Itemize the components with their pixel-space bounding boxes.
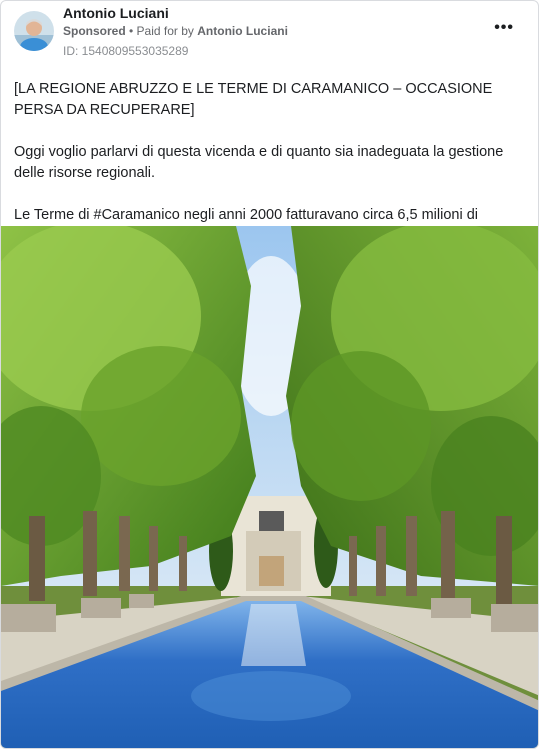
post-paragraph: Oggi voglio parlarvi di questa vicenda e… [14,144,504,181]
avatar[interactable] [14,11,54,51]
post-header: Antonio Luciani Sponsored • Paid for by … [1,1,538,63]
post-photo[interactable] [1,221,538,748]
payer-name[interactable]: Antonio Luciani [197,24,288,38]
avenue-pool-image [1,221,538,748]
ad-id: ID: 1540809553035289 [63,44,189,58]
more-options-button[interactable]: ••• [494,19,514,37]
ad-card: Antonio Luciani Sponsored • Paid for by … [0,0,539,749]
meta-separator: • [125,24,137,38]
profile-photo-icon [14,11,54,51]
post-paragraph: [LA REGIONE ABRUZZO E LE TERME DI CARAMA… [14,81,493,118]
sponsored-label: Sponsored [63,24,126,38]
sponsored-meta: Sponsored • Paid for by Antonio Luciani [63,24,288,38]
paid-for-prefix: Paid for by [136,24,198,38]
author-name[interactable]: Antonio Luciani [63,5,169,21]
